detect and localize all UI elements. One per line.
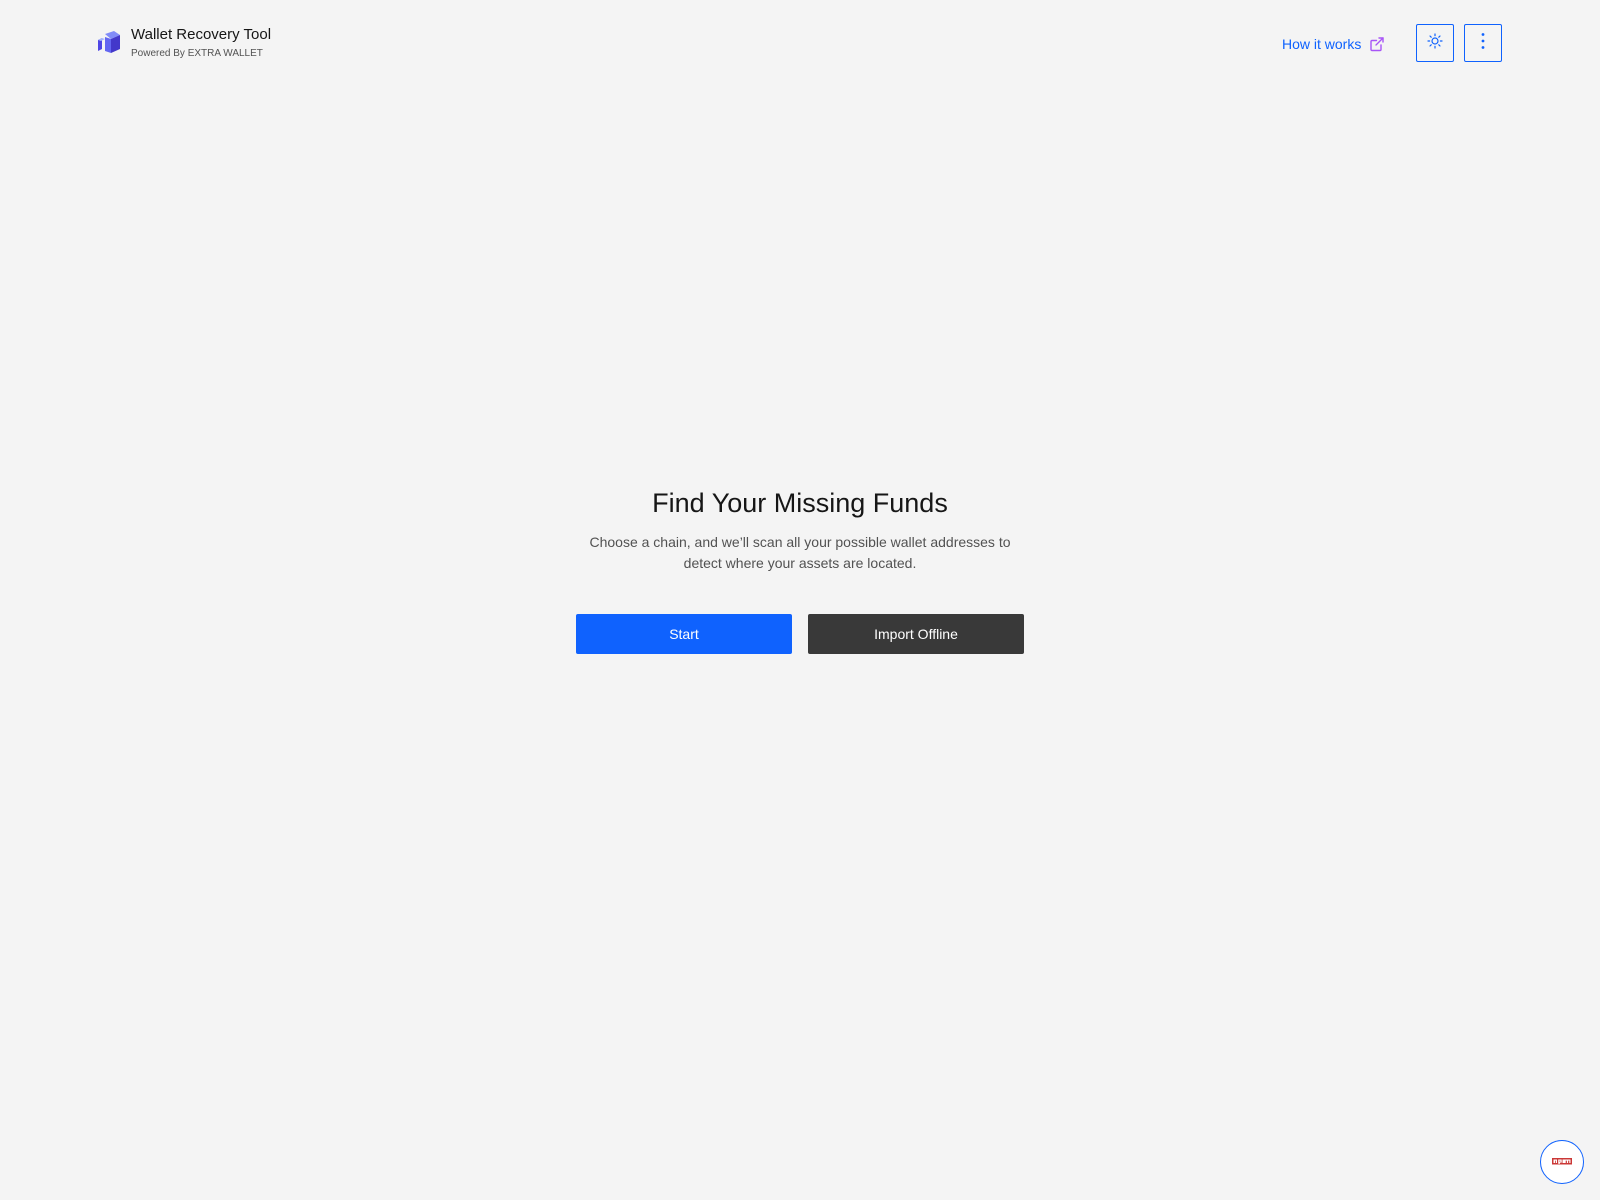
hero-description: Choose a chain, and we’ll scan all your … <box>589 534 1011 571</box>
header: Wallet Recovery Tool Powered By EXTRA WA… <box>0 0 1600 88</box>
external-link-icon <box>1369 36 1385 52</box>
brand-text: Wallet Recovery Tool Powered By EXTRA WA… <box>131 26 271 61</box>
hero-section: Find Your Missing Funds Choose a chain, … <box>0 484 1600 574</box>
npm-icon <box>1552 1153 1572 1171</box>
npm-badge-button[interactable] <box>1540 1140 1584 1184</box>
how-it-works-label: How it works <box>1282 36 1362 52</box>
action-buttons: Start Import Offline <box>576 614 1024 654</box>
vertical-dots-icon <box>1475 32 1491 55</box>
app-title: Wallet Recovery Tool <box>131 26 272 43</box>
theme-toggle-button[interactable] <box>1416 24 1454 62</box>
more-options-button[interactable] <box>1464 24 1502 62</box>
import-offline-button[interactable]: Import Offline <box>808 614 1024 654</box>
page-title: Find Your Missing Funds <box>652 488 948 518</box>
how-it-works-link[interactable]: How it works <box>1282 34 1385 54</box>
wallet-recovery-page: Wallet Recovery Tool Powered By EXTRA WA… <box>0 0 1600 1200</box>
powered-by-label: Powered By EXTRA WALLET <box>131 48 263 59</box>
start-button[interactable]: Start <box>576 614 792 654</box>
brand[interactable]: Wallet Recovery Tool Powered By EXTRA WA… <box>96 26 271 61</box>
sun-icon <box>1427 32 1443 54</box>
cube-logo-icon <box>96 30 120 60</box>
